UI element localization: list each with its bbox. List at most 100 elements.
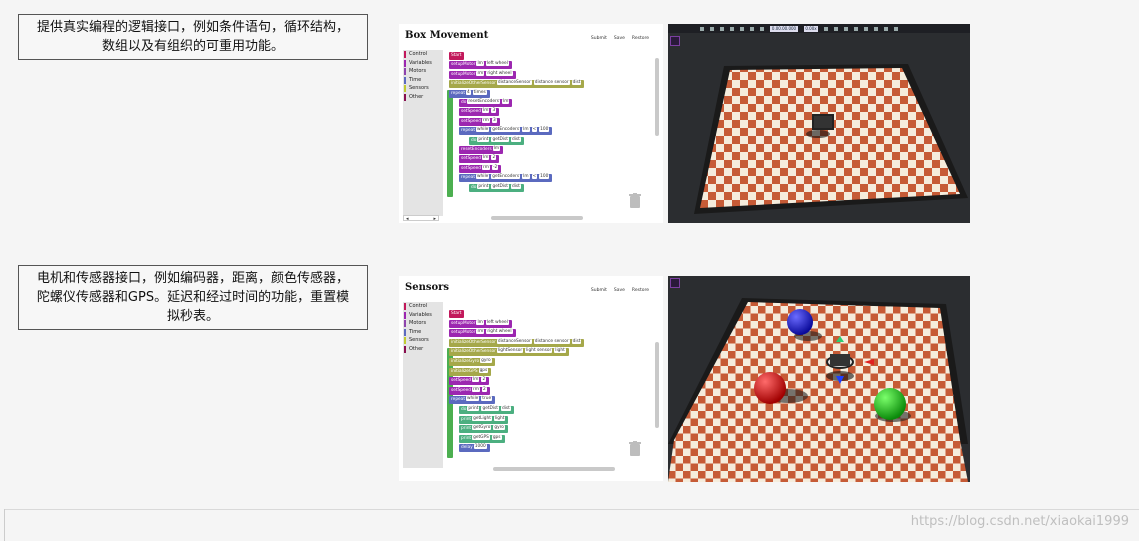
block-input[interactable]: rm xyxy=(476,329,485,335)
block-input[interactable]: while xyxy=(466,396,480,402)
toolbox-category-control[interactable]: Control xyxy=(403,50,443,59)
block-input[interactable]: 2 xyxy=(481,377,487,383)
code-block[interactable]: initializeOtherSensor distanceSensor dista… xyxy=(449,80,585,89)
block-input[interactable]: light xyxy=(493,415,506,421)
toolbox-category-time[interactable]: Time xyxy=(403,328,443,337)
code-block[interactable]: setSpeed lm 3 xyxy=(459,108,500,117)
block-input[interactable]: 2 xyxy=(491,155,497,161)
block-input[interactable]: times xyxy=(472,89,487,95)
block-input[interactable]: 3 xyxy=(491,117,497,123)
block-input[interactable]: left wheel xyxy=(485,319,509,325)
toolbox-category-other[interactable]: Other xyxy=(403,93,443,102)
block-input[interactable]: 1000 xyxy=(473,444,487,450)
code-block[interactable]: setSpeed rm 3 xyxy=(459,117,500,126)
block-input[interactable]: 2 xyxy=(481,386,487,392)
toolbox-category-variables[interactable]: Variables xyxy=(403,59,443,68)
block-input[interactable]: left wheel xyxy=(485,61,509,67)
trash-icon[interactable] xyxy=(629,193,641,209)
block-input[interactable]: print xyxy=(477,183,490,189)
block-input[interactable]: getGPS xyxy=(472,434,490,440)
block-input[interactable]: lm xyxy=(476,61,484,67)
code-block[interactable]: repeat while true xyxy=(449,396,496,405)
block-input[interactable]: distanceSensor xyxy=(496,338,532,344)
block-input[interactable]: getDist xyxy=(491,183,509,189)
block-input[interactable]: getDist xyxy=(481,406,499,411)
submit-button[interactable]: Submit xyxy=(591,36,607,41)
scroll-right-icon[interactable]: ▸ xyxy=(433,216,436,222)
code-block[interactable]: print getGyro gyro xyxy=(459,425,508,434)
code-block[interactable]: repeat while getEncoders lm <100 xyxy=(459,127,553,136)
block-input[interactable]: lm xyxy=(476,319,484,325)
workspace-horizontal-scrollbar[interactable] xyxy=(491,216,583,220)
workspace-vertical-scrollbar[interactable] xyxy=(655,58,659,136)
block-input[interactable]: < xyxy=(531,127,538,133)
block-input[interactable]: gps xyxy=(478,367,489,373)
block-input[interactable]: getDist xyxy=(491,136,509,142)
code-block[interactable]: do print getDist dist xyxy=(469,136,524,145)
trash-icon[interactable] xyxy=(629,441,641,457)
block-input[interactable]: dist xyxy=(510,183,521,189)
toolbox-category-sensors[interactable]: Sensors xyxy=(403,84,443,93)
block-input[interactable]: lm xyxy=(472,377,480,383)
scroll-left-icon[interactable]: ◂ xyxy=(406,216,409,222)
code-block[interactable]: initializeGPS gps xyxy=(449,367,492,376)
block-input[interactable]: 3 xyxy=(491,108,497,114)
block-input[interactable]: rm xyxy=(482,164,490,170)
code-block[interactable]: setupMotor rm right wheel xyxy=(449,329,516,338)
block-input[interactable]: getEncoders xyxy=(491,127,521,133)
block-input[interactable]: getEncoders xyxy=(491,174,521,180)
block-input[interactable]: lm xyxy=(522,174,530,180)
code-block[interactable]: setSpeed rm 2 xyxy=(449,386,490,395)
block-input[interactable]: lm xyxy=(492,146,501,151)
block-input[interactable]: lm xyxy=(522,127,530,133)
block-input[interactable]: 100 xyxy=(539,174,550,180)
code-block[interactable]: delay 1000 xyxy=(459,444,490,453)
block-input[interactable]: < xyxy=(531,174,538,180)
block-input[interactable]: getLight xyxy=(472,415,492,421)
toolbox-category-sensors[interactable]: Sensors xyxy=(403,336,443,345)
save-button[interactable]: Save xyxy=(614,36,625,41)
save-button[interactable]: Save xyxy=(614,288,625,293)
block-input[interactable]: -2 xyxy=(491,164,499,170)
restore-button[interactable]: Restore xyxy=(632,288,649,293)
code-block[interactable]: initializeOtherSensor distanceSensor dista… xyxy=(449,338,585,347)
block-input[interactable]: resetEncoders xyxy=(467,99,501,104)
block-input[interactable]: gps xyxy=(491,434,502,440)
block-input[interactable]: getGyro xyxy=(472,425,492,431)
code-block[interactable]: print getLight light xyxy=(459,415,509,424)
toolbox-category-variables[interactable]: Variables xyxy=(403,311,443,320)
block-input[interactable]: lm xyxy=(482,155,490,161)
code-block[interactable]: print getGPS gps xyxy=(459,434,505,443)
block-input[interactable]: lm xyxy=(502,99,510,104)
code-block[interactable]: resetEncoders lm xyxy=(459,146,504,154)
block-input[interactable]: gyro xyxy=(493,425,505,431)
block-input[interactable]: rm xyxy=(476,70,485,76)
block-workspace[interactable]: Start setupMotor lm left wheel setupMotor rm r… xyxy=(445,302,649,468)
block-input[interactable]: dist xyxy=(510,136,521,142)
block-input[interactable]: distance sensor xyxy=(533,338,570,344)
simulator-view-1[interactable]: 0.00.00.000 0.00x xyxy=(668,24,970,223)
toolbox-category-other[interactable]: Other xyxy=(403,345,443,354)
block-input[interactable]: distance sensor xyxy=(533,80,570,86)
block-input[interactable]: dist xyxy=(571,338,582,344)
block-input[interactable]: lm xyxy=(482,108,490,114)
block-input[interactable]: true xyxy=(481,396,493,402)
code-block[interactable]: setupMotor lm left wheel xyxy=(449,319,512,328)
code-block[interactable]: initializeGyro gyro xyxy=(449,358,495,366)
block-input[interactable]: rm xyxy=(482,117,490,123)
block-input[interactable]: print xyxy=(477,136,490,142)
code-block[interactable]: repeat 4 times xyxy=(449,89,490,98)
block-input[interactable]: 4 xyxy=(466,89,471,95)
block-input[interactable]: print xyxy=(467,406,480,411)
block-input[interactable]: gyro xyxy=(480,358,492,363)
block-input[interactable]: while xyxy=(476,174,490,180)
block-input[interactable]: right wheel xyxy=(486,70,513,76)
block-input[interactable]: 100 xyxy=(539,127,550,133)
block-input[interactable]: light xyxy=(554,348,566,354)
code-block[interactable]: setSpeed lm 2 xyxy=(459,155,500,164)
workspace-horizontal-scrollbar[interactable] xyxy=(493,467,615,471)
block-input[interactable]: lightSensor xyxy=(496,348,524,354)
restore-button[interactable]: Restore xyxy=(632,36,649,41)
block-input[interactable]: distanceSensor xyxy=(496,80,532,86)
code-block[interactable]: setupMotor rm right wheel xyxy=(449,70,516,79)
